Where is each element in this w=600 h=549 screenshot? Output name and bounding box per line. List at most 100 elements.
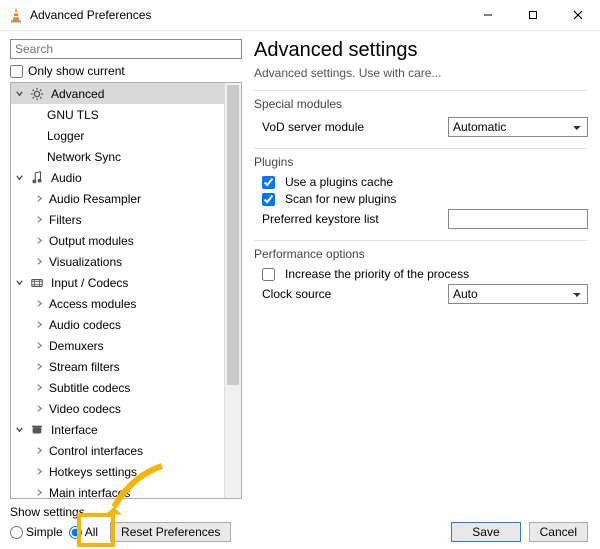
chevron-right-icon: [35, 299, 47, 308]
preferences-tree: Advanced GNU TLS Logger Network Sync Audio Au…: [10, 82, 242, 499]
vod-server-select[interactable]: Automatic: [448, 117, 588, 137]
tree-item-filters[interactable]: Filters: [11, 209, 225, 230]
keystore-label: Preferred keystore list: [262, 212, 442, 226]
vlc-cone-icon: [8, 7, 24, 23]
close-button[interactable]: [555, 0, 600, 30]
keystore-input[interactable]: [448, 209, 588, 229]
tree-item-audio[interactable]: Audio: [11, 167, 225, 188]
tree-item-interface[interactable]: Interface: [11, 419, 225, 440]
save-button[interactable]: Save: [451, 522, 520, 542]
tree-scrollbar[interactable]: [224, 83, 241, 498]
priority-field[interactable]: Increase the priority of the process: [262, 267, 588, 281]
tree-item-audio-resampler[interactable]: Audio Resampler: [11, 188, 225, 209]
chevron-right-icon: [35, 446, 47, 455]
tree-item-label: Interface: [49, 423, 98, 437]
chevron-right-icon: [35, 404, 47, 413]
tree-item-label: Advanced: [49, 87, 104, 101]
group-title: Special modules: [254, 97, 588, 111]
tree-item-advanced[interactable]: Advanced: [11, 83, 225, 104]
codec-icon: [29, 275, 45, 291]
minimize-button[interactable]: [465, 0, 510, 30]
chevron-right-icon: [35, 467, 47, 476]
dialog-buttons: Save Cancel: [254, 512, 588, 542]
tree-item-access-modules[interactable]: Access modules: [11, 293, 225, 314]
tree-item-label: GNU TLS: [45, 108, 99, 122]
tree-item-control-interfaces[interactable]: Control interfaces: [11, 440, 225, 461]
tree-item-label: Control interfaces: [47, 444, 143, 458]
tree-item-stream-filters[interactable]: Stream filters: [11, 356, 225, 377]
chevron-right-icon: [35, 236, 47, 245]
reset-preferences-button[interactable]: Reset Preferences: [110, 522, 231, 542]
tree-item-logger[interactable]: Logger: [11, 125, 225, 146]
note-icon: [29, 170, 45, 186]
tree-item-subtitle-codecs[interactable]: Subtitle codecs: [11, 377, 225, 398]
right-pane: Advanced settings Advanced settings. Use…: [248, 31, 600, 549]
chevron-right-icon: [35, 341, 47, 350]
tree-item-label: Demuxers: [47, 339, 104, 353]
chevron-down-icon: [15, 173, 27, 182]
show-settings-label: Show settings: [10, 505, 242, 519]
tree-item-label: Access modules: [47, 297, 136, 311]
page-heading: Advanced settings: [254, 39, 588, 62]
scan-plugins-checkbox[interactable]: [262, 193, 275, 206]
chevron-right-icon: [35, 383, 47, 392]
chevron-right-icon: [35, 194, 47, 203]
only-show-current-checkbox[interactable]: [10, 65, 23, 78]
chevron-down-icon: [15, 89, 27, 98]
tree-item-label: Output modules: [47, 234, 134, 248]
window-title: Advanced Preferences: [30, 8, 151, 22]
tree-item-label: Visualizations: [47, 255, 122, 269]
tree-item-label: Audio Resampler: [47, 192, 141, 206]
only-show-current[interactable]: Only show current: [10, 64, 242, 78]
vod-label: VoD server module: [262, 120, 442, 134]
tree-item-label: Video codecs: [47, 402, 121, 416]
maximize-button[interactable]: [510, 0, 555, 30]
tree-item-label: Hotkeys settings: [47, 465, 137, 479]
tree-item-input-codecs[interactable]: Input / Codecs: [11, 272, 225, 293]
chevron-right-icon: [35, 257, 47, 266]
priority-checkbox[interactable]: [262, 268, 275, 281]
titlebar: Advanced Preferences: [0, 0, 600, 31]
left-pane: Only show current Advanced GNU TLS Logger N…: [0, 31, 248, 549]
clock-source-select[interactable]: Auto: [448, 284, 588, 304]
tree-item-output-modules[interactable]: Output modules: [11, 230, 225, 251]
chevron-right-icon: [35, 362, 47, 371]
group-title: Plugins: [254, 155, 588, 169]
chevron-right-icon: [35, 215, 47, 224]
chevron-right-icon: [35, 320, 47, 329]
radio-all[interactable]: All: [69, 525, 98, 539]
tree-item-label: Subtitle codecs: [47, 381, 130, 395]
tree-item-label: Main interfaces: [47, 486, 130, 499]
tree-item-label: Audio codecs: [47, 318, 121, 332]
cancel-button[interactable]: Cancel: [529, 522, 588, 542]
tree-item-gnu-tls[interactable]: GNU TLS: [11, 104, 225, 125]
tree-item-label: Audio: [49, 171, 82, 185]
plugins-cache-field[interactable]: Use a plugins cache: [262, 175, 588, 189]
tree-item-network-sync[interactable]: Network Sync: [11, 146, 225, 167]
tree-item-label: Filters: [47, 213, 82, 227]
tree-item-demuxers[interactable]: Demuxers: [11, 335, 225, 356]
tree-item-label: Input / Codecs: [49, 276, 128, 290]
tree-item-visualizations[interactable]: Visualizations: [11, 251, 225, 272]
only-show-current-label: Only show current: [28, 64, 125, 78]
show-settings-panel: Show settings Simple All Reset Preferenc…: [10, 499, 242, 542]
plugins-cache-checkbox[interactable]: [262, 176, 275, 189]
interface-icon: [29, 422, 45, 438]
gear-icon: [29, 86, 45, 102]
tree-item-video-codecs[interactable]: Video codecs: [11, 398, 225, 419]
tree-item-label: Network Sync: [45, 150, 121, 164]
tree-item-hotkeys-settings[interactable]: Hotkeys settings: [11, 461, 225, 482]
tree-item-main-interfaces[interactable]: Main interfaces: [11, 482, 225, 498]
group-plugins: Plugins Use a plugins cache Scan for new…: [254, 148, 588, 240]
clock-source-label: Clock source: [262, 287, 442, 301]
scan-plugins-field[interactable]: Scan for new plugins: [262, 192, 588, 206]
group-special-modules: Special modules VoD server module Automa…: [254, 90, 588, 148]
chevron-down-icon: [15, 425, 27, 434]
tree-item-label: Logger: [45, 129, 84, 143]
page-note: Advanced settings. Use with care...: [254, 66, 588, 80]
search-input[interactable]: [10, 39, 242, 59]
chevron-right-icon: [35, 488, 47, 497]
tree-item-audio-codecs[interactable]: Audio codecs: [11, 314, 225, 335]
group-title: Performance options: [254, 247, 588, 261]
radio-simple[interactable]: Simple: [10, 525, 63, 539]
